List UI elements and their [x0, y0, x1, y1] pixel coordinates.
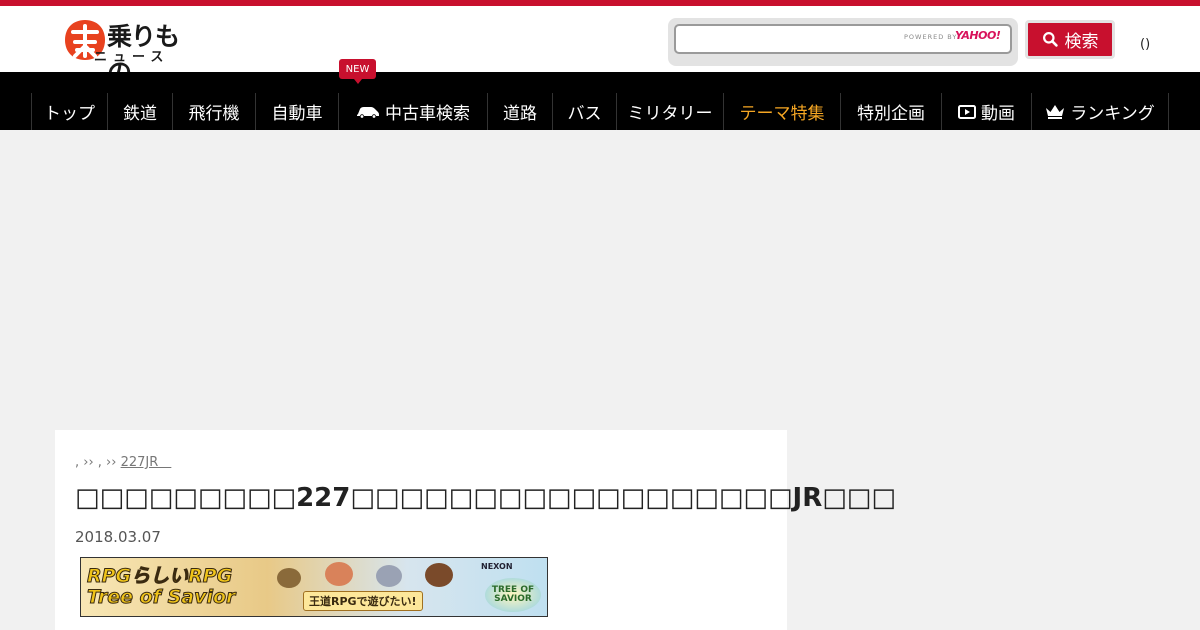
nav-item-top[interactable]: トップ: [31, 93, 107, 130]
nav-item-railway[interactable]: 鉄道: [107, 93, 172, 130]
search-button-label: 検索: [1064, 32, 1099, 51]
nav-item-label: 動画: [981, 104, 1015, 124]
car-icon: [357, 106, 379, 119]
nexon-logo: NEXON: [481, 562, 513, 571]
nav-item-special-project[interactable]: 特別企画: [840, 93, 941, 130]
nav-item-label: 自動車: [271, 104, 323, 124]
nav-item-label: 飛行機: [188, 104, 240, 124]
site-header: 乗りもの ニュース POWERED BY YAHOO! 検索 (): [0, 6, 1200, 87]
ad-banner[interactable]: RPGらしいRPG Tree of Savior 王道RPGで遊びたい! NEX…: [80, 557, 548, 617]
nav-item-label: 中古車検索: [385, 104, 470, 124]
game-logo: TREE OF SAVIOR: [485, 578, 541, 612]
nav-item-ranking[interactable]: ランキング: [1031, 93, 1169, 130]
nav-item-car[interactable]: 自動車: [255, 93, 338, 130]
search-button[interactable]: 検索: [1025, 20, 1115, 59]
main-nav: トップ 鉄道 飛行機 自動車 中古車検索 道路 バス ミリタリー テーマ特集 特…: [0, 72, 1200, 130]
nav-item-label: ランキング: [1070, 104, 1155, 124]
nav-item-label: ミリタリー: [627, 104, 713, 124]
crown-icon: [1046, 104, 1065, 119]
nav-item-label: バス: [567, 104, 602, 124]
breadcrumb-link[interactable]: 227JR＿: [121, 455, 172, 470]
video-icon: [958, 104, 976, 119]
ad-banner-line2: Tree of Savior: [86, 586, 236, 609]
article-title: □□□□□□□□□227□□□□□□□□□□□□□□□□□□JR□□□: [75, 483, 896, 513]
nav-item-label: 道路: [503, 104, 537, 124]
ad-characters-image: [277, 562, 453, 588]
nav-item-bus[interactable]: バス: [552, 93, 616, 130]
nav-item-label: テーマ特集: [739, 104, 825, 124]
article-card: , ›› , ›› 227JR＿ □□□□□□□□□227□□□□□□□□□□□…: [55, 430, 896, 630]
nav-item-theme-feature[interactable]: テーマ特集: [723, 93, 840, 130]
yahoo-logo: YAHOO!: [955, 29, 1001, 42]
nav-item-video[interactable]: 動画: [941, 93, 1031, 130]
powered-by-label: POWERED BY: [904, 33, 958, 41]
search-icon: [1042, 32, 1058, 47]
search-box: POWERED BY YAHOO!: [668, 18, 1018, 66]
nav-item-label: 鉄道: [123, 104, 157, 124]
site-logo[interactable]: 乗りもの ニュース: [63, 17, 193, 87]
logo-text-bottom: ニュース: [94, 50, 170, 65]
login-link[interactable]: (): [1140, 37, 1150, 52]
breadcrumb-prefix: , ›› , ››: [75, 455, 121, 470]
breadcrumb: , ›› , ›› 227JR＿: [75, 451, 171, 470]
nav-item-road[interactable]: 道路: [487, 93, 552, 130]
nav-item-label: トップ: [44, 104, 95, 124]
ad-banner-line1: RPGらしいRPG: [86, 565, 233, 588]
article-date: 2018.03.07: [75, 528, 161, 546]
new-badge: NEW: [339, 59, 376, 84]
nav-item-airplane[interactable]: 飛行機: [172, 93, 255, 130]
nav-item-used-car-search[interactable]: 中古車検索: [338, 93, 487, 130]
nav-item-military[interactable]: ミリタリー: [616, 93, 723, 130]
ad-banner-tagline: 王道RPGで遊びたい!: [303, 591, 423, 611]
nav-item-label: 特別企画: [857, 104, 925, 124]
